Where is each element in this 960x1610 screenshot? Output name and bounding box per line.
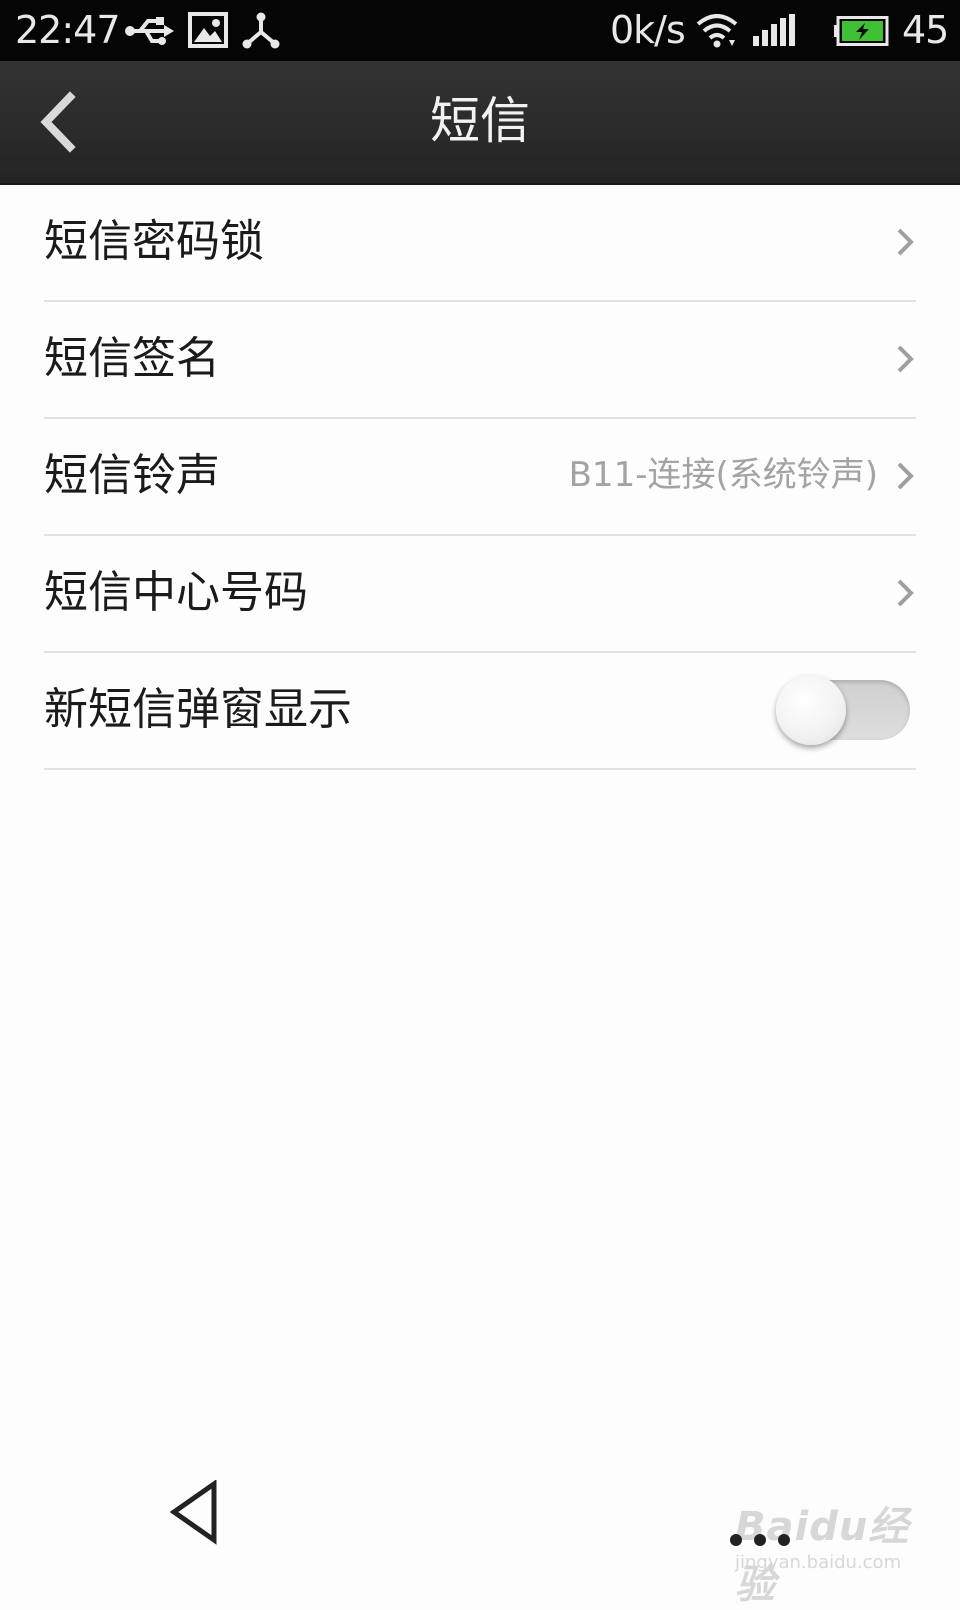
setting-ringtone[interactable]: 短信铃声 B11-连接(系统铃声) [44, 419, 916, 536]
image-icon [188, 12, 228, 52]
signal-icon [753, 14, 797, 50]
setting-label: 新短信弹窗显示 [44, 684, 352, 735]
setting-center-number[interactable]: 短信中心号码 [44, 536, 916, 653]
nav-menu-button[interactable] [728, 1532, 792, 1548]
chevron-right-icon [897, 345, 914, 373]
battery-icon [834, 16, 890, 50]
wifi-icon [696, 14, 738, 52]
triangle-back-icon [169, 1479, 217, 1545]
status-bar: 22:47 0k/s 45 [0, 0, 960, 61]
popup-toggle-switch[interactable] [776, 675, 910, 745]
chevron-right-icon [897, 228, 914, 256]
title-bar: 短信 [0, 61, 960, 185]
toggle-knob [776, 675, 846, 745]
setting-signature[interactable]: 短信签名 [44, 302, 916, 419]
nav-back-button[interactable] [168, 1479, 228, 1546]
more-dots-icon [730, 1534, 790, 1546]
setting-label: 短信密码锁 [44, 216, 264, 267]
chevron-right-icon [897, 462, 914, 490]
network-speed: 0k/s [610, 8, 686, 52]
setting-label: 短信签名 [44, 333, 220, 384]
watermark-url: jingyan.baidu.com [735, 1552, 902, 1573]
setting-password-lock[interactable]: 短信密码锁 [44, 185, 916, 302]
setting-popup-display: 新短信弹窗显示 [44, 653, 916, 770]
battery-level: 45 [902, 8, 949, 52]
watermark: Baidu经验 jingyan.baidu.com [735, 1472, 915, 1608]
page-title: 短信 [430, 92, 530, 150]
usb-icon [124, 16, 174, 50]
settings-list: 短信密码锁 短信签名 短信铃声 B11-连接(系统铃声) 短信中心号码 新短信弹… [0, 185, 960, 770]
status-time: 22:47 [15, 8, 121, 52]
setting-value: B11-连接(系统铃声) [568, 455, 878, 495]
setting-label: 短信中心号码 [44, 567, 308, 618]
share-icon [242, 12, 280, 54]
chevron-right-icon [897, 579, 914, 607]
setting-label: 短信铃声 [44, 450, 220, 501]
